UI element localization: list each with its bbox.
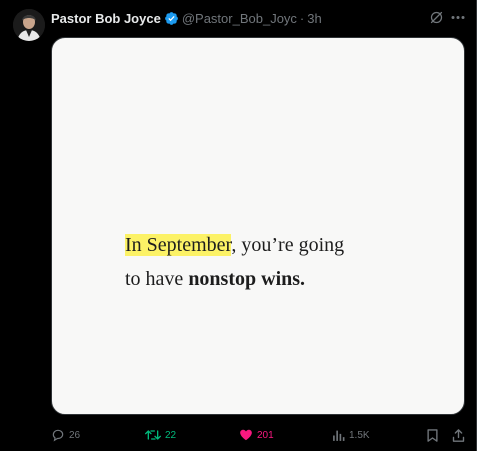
bookmark-button[interactable] [426, 426, 439, 444]
quote-line-1-rest: , you’re going [231, 234, 345, 256]
share-button[interactable] [452, 426, 465, 444]
author-handle[interactable]: @Pastor_Bob_Joyc [182, 11, 297, 26]
reply-button[interactable]: 26 [51, 426, 80, 444]
quote-line-2-bold: nonstop wins. [188, 268, 306, 290]
reply-count: 26 [69, 429, 81, 441]
views-chart-icon [333, 430, 345, 441]
share-icon [452, 428, 465, 442]
tweet-timestamp[interactable]: 3h [307, 11, 321, 26]
views-button[interactable]: 1.5K [332, 426, 370, 444]
like-count: 201 [257, 429, 274, 441]
media-quote-text: In September, you’re going to have nonst… [125, 228, 344, 296]
like-button[interactable]: 201 [239, 426, 274, 444]
repost-button[interactable]: 22 [145, 426, 176, 444]
repost-icon [145, 430, 161, 440]
quote-highlight: In September [125, 234, 232, 256]
view-count: 1.5K [349, 429, 370, 441]
tweet-actions-bar: 26 22 201 1.5K [0, 426, 477, 444]
avatar-photo [13, 9, 45, 41]
bookmark-icon [427, 428, 438, 442]
quote-line-2-normal: to have [125, 268, 189, 290]
tweet-header: Pastor Bob Joyce @Pastor_Bob_Joyc · 3h [51, 9, 322, 27]
heart-icon [240, 429, 252, 441]
tweet-media-image[interactable]: In September, you’re going to have nonst… [51, 37, 465, 415]
author-avatar[interactable] [13, 9, 45, 41]
quote-line-2: to have nonstop wins. [125, 262, 344, 296]
repost-count: 22 [165, 429, 177, 441]
separator-dot: · [299, 10, 305, 26]
verified-badge-icon[interactable] [164, 11, 179, 26]
author-name[interactable]: Pastor Bob Joyce [51, 11, 161, 26]
more-options-icon[interactable] [450, 10, 466, 25]
reply-icon [52, 429, 64, 442]
grok-icon[interactable] [429, 10, 444, 25]
quote-line-1: In September, you’re going [125, 228, 344, 262]
